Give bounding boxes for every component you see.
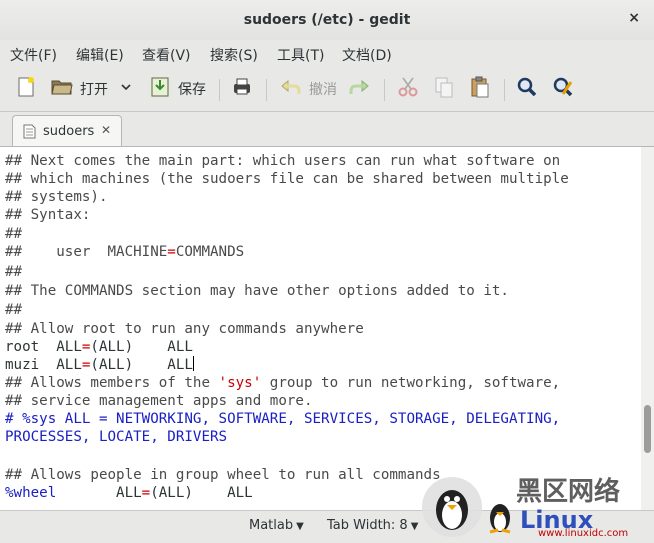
text-editor[interactable]: ## Next comes the main part: which users… xyxy=(0,147,641,510)
watermark-title: 黑区网络 xyxy=(516,476,620,507)
window-title: sudoers (/etc) - gedit xyxy=(243,12,411,28)
print-button[interactable] xyxy=(230,75,254,103)
code-token: (ALL) ALL xyxy=(90,357,193,373)
cut-button[interactable] xyxy=(396,75,420,103)
open-label: 打开 xyxy=(80,82,108,98)
code-line: ## service management apps and more. xyxy=(5,393,313,409)
code-line: ## xyxy=(5,264,23,280)
copy-icon xyxy=(432,75,456,103)
watermark: 黑区网络 Linux www.linuxidc.com xyxy=(420,470,654,539)
paste-icon xyxy=(468,75,492,103)
penguin-small-icon xyxy=(489,504,511,534)
code-line: ## Allow root to run any commands anywhe… xyxy=(5,321,364,337)
toolbar-separator xyxy=(384,79,385,101)
code-line: # %sys ALL = NETWORKING, SOFTWARE, SERVI… xyxy=(5,411,561,427)
code-line: ## The COMMANDS section may have other o… xyxy=(5,283,509,299)
watermark-site: www.linuxidc.com xyxy=(538,528,628,539)
new-document-icon xyxy=(14,75,38,103)
code-line: ## xyxy=(5,226,23,242)
code-token: = xyxy=(167,244,176,260)
menu-view[interactable]: 查看(V) xyxy=(142,45,191,65)
code-line: root ALL=(ALL) ALL xyxy=(5,338,193,356)
tab-width-selector[interactable]: Tab Width: 8 ▼ xyxy=(327,518,418,533)
menu-tools[interactable]: 工具(T) xyxy=(277,45,324,65)
code-token: (ALL) ALL xyxy=(150,485,253,501)
printer-icon xyxy=(230,75,254,103)
find-button[interactable] xyxy=(515,75,539,103)
code-token: muzi ALL xyxy=(5,357,82,373)
code-line: muzi ALL=(ALL) ALL xyxy=(5,356,194,374)
menu-file[interactable]: 文件(F) xyxy=(10,45,57,65)
magnifier-icon xyxy=(515,75,539,103)
code-token: ## Allows members of the xyxy=(5,375,219,391)
chevron-down-icon: ▼ xyxy=(296,521,304,532)
chevron-down-icon: ▼ xyxy=(410,521,419,532)
code-line: %wheel ALL=(ALL) ALL xyxy=(5,484,253,502)
save-icon xyxy=(148,75,172,103)
text-file-icon xyxy=(23,124,36,143)
code-token: 'sys' xyxy=(218,375,262,391)
code-line: ## Syntax: xyxy=(5,207,91,223)
language-selector[interactable]: Matlab ▼ xyxy=(249,518,304,533)
save-label: 保存 xyxy=(178,82,206,98)
tab-width-label: Tab Width: 8 xyxy=(327,518,408,533)
code-line: ## Next comes the main part: which users… xyxy=(5,153,561,169)
tab-close-icon[interactable]: ✕ xyxy=(101,123,111,137)
menu-bar: 文件(F) 编辑(E) 查看(V) 搜索(S) 工具(T) 文档(D) xyxy=(0,40,654,66)
code-token: COMMANDS xyxy=(175,244,245,260)
menu-edit[interactable]: 编辑(E) xyxy=(76,45,124,65)
redo-icon xyxy=(347,75,371,103)
text-cursor xyxy=(192,356,194,371)
undo-icon xyxy=(279,75,303,103)
code-token: ## user MACHINE xyxy=(5,244,168,260)
code-line: PROCESSES, LOCATE, DRIVERS xyxy=(5,429,228,445)
document-tab-bar: sudoers ✕ xyxy=(0,112,654,147)
tab-label: sudoers xyxy=(43,124,95,139)
window-close-button[interactable]: × xyxy=(628,10,640,26)
scissors-icon xyxy=(396,75,420,103)
toolbar-separator xyxy=(266,79,267,101)
redo-button[interactable] xyxy=(347,75,371,103)
folder-open-icon xyxy=(50,75,74,103)
toolbar-separator xyxy=(219,79,220,101)
toolbar-separator xyxy=(504,79,505,101)
toolbar: 打开 保存 撤消 xyxy=(0,67,654,112)
save-button[interactable]: 保存 xyxy=(148,75,206,103)
paste-button[interactable] xyxy=(468,75,492,103)
code-line: ## Allows members of the 'sys' group to … xyxy=(5,374,560,392)
code-line: ## systems). xyxy=(5,189,108,205)
open-button[interactable]: 打开 xyxy=(50,75,108,103)
menu-documents[interactable]: 文档(D) xyxy=(342,45,392,65)
title-bar: sudoers (/etc) - gedit × xyxy=(0,0,654,40)
code-line: ## which machines (the sudoers file can … xyxy=(5,171,569,187)
open-dropdown-button[interactable] xyxy=(120,75,132,103)
undo-button[interactable]: 撤消 xyxy=(279,75,337,103)
code-line: ## user MACHINE=COMMANDS xyxy=(5,243,244,261)
find-replace-button[interactable] xyxy=(551,75,575,103)
chevron-down-icon xyxy=(120,81,132,97)
undo-label: 撤消 xyxy=(309,82,337,98)
code-line: ## xyxy=(5,302,23,318)
code-token: ALL xyxy=(56,485,142,501)
menu-search[interactable]: 搜索(S) xyxy=(210,45,258,65)
vertical-scrollbar[interactable] xyxy=(641,147,654,510)
code-line: ## Allows people in group wheel to run a… xyxy=(5,467,441,483)
code-token: group to run networking, software, xyxy=(261,375,561,391)
language-label: Matlab xyxy=(249,518,294,533)
scrollbar-thumb[interactable] xyxy=(644,405,651,453)
copy-button[interactable] xyxy=(432,75,456,103)
code-token: %wheel xyxy=(5,485,57,501)
tab-sudoers[interactable]: sudoers ✕ xyxy=(12,115,122,146)
code-token: = xyxy=(141,485,151,501)
find-replace-icon xyxy=(551,75,575,103)
code-token: root ALL xyxy=(5,339,82,355)
code-token: (ALL) ALL xyxy=(90,339,193,355)
new-document-button[interactable] xyxy=(14,75,38,103)
tux-penguin-icon xyxy=(422,477,482,537)
